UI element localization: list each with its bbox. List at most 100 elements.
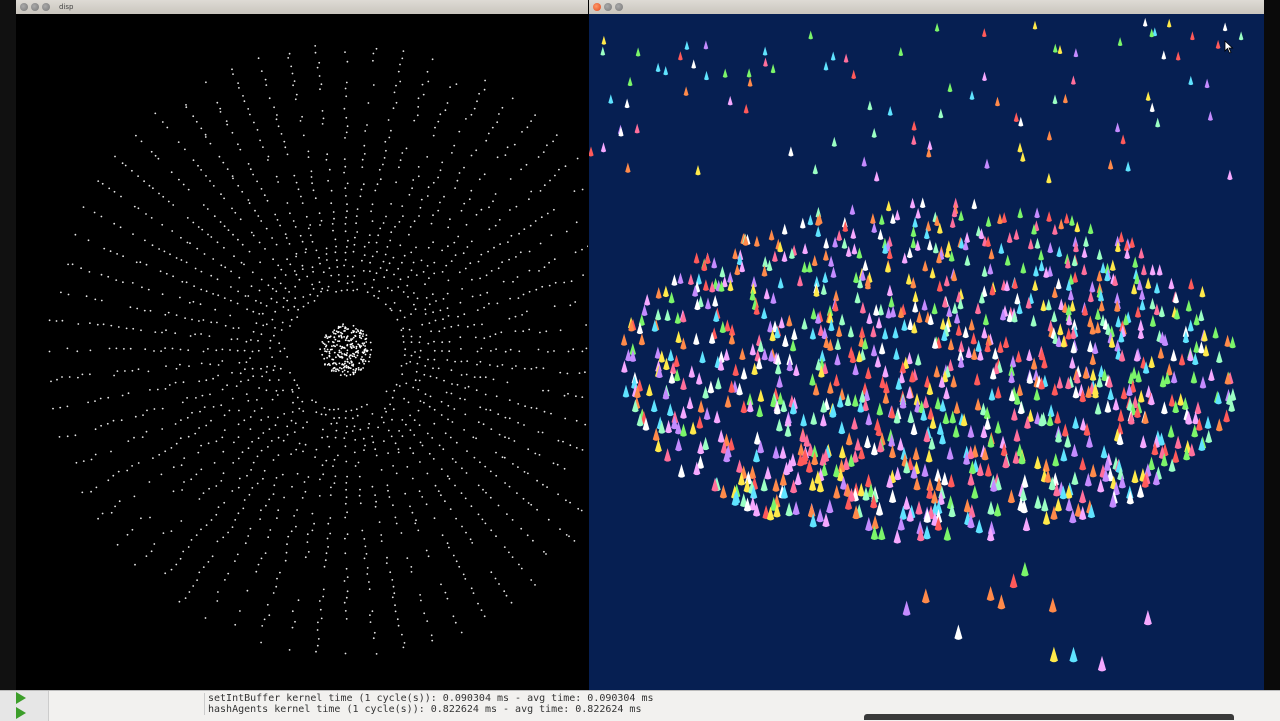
particle xyxy=(377,234,380,237)
particle xyxy=(456,383,459,386)
particle xyxy=(170,568,173,571)
particle xyxy=(132,327,135,330)
agents-3d-window[interactable] xyxy=(589,0,1264,690)
particle xyxy=(439,169,442,172)
particle xyxy=(370,349,373,351)
particle xyxy=(564,165,567,168)
taskbar-item[interactable] xyxy=(864,714,1234,720)
particle xyxy=(363,351,366,353)
particle xyxy=(537,431,540,433)
particle xyxy=(346,590,349,593)
agent-cone xyxy=(621,360,628,373)
particle xyxy=(162,532,165,534)
particle xyxy=(459,397,461,400)
particle xyxy=(136,307,139,310)
particle xyxy=(345,410,347,413)
agent-cone xyxy=(810,307,817,320)
particle xyxy=(76,350,79,353)
agents-canvas[interactable] xyxy=(589,14,1264,690)
particle xyxy=(318,212,321,215)
particle xyxy=(369,621,372,623)
particle xyxy=(110,450,112,453)
close-icon[interactable] xyxy=(20,3,28,11)
particle xyxy=(385,562,388,564)
agent-cone xyxy=(1034,237,1041,249)
minimize-icon[interactable] xyxy=(604,3,612,11)
particle xyxy=(440,494,442,497)
particle xyxy=(399,63,401,66)
window-titlebar[interactable] xyxy=(589,0,1264,14)
particle xyxy=(449,218,451,221)
particle xyxy=(487,132,490,135)
agent-cone xyxy=(997,340,1004,353)
particle xyxy=(473,456,476,459)
particle xyxy=(366,567,369,569)
particle xyxy=(523,424,525,426)
particle xyxy=(335,429,338,432)
close-icon[interactable] xyxy=(593,3,601,11)
agent-cone xyxy=(1175,51,1181,61)
particle xyxy=(162,195,165,198)
maximize-icon[interactable] xyxy=(615,3,623,11)
particle xyxy=(97,180,100,183)
minimize-icon[interactable] xyxy=(31,3,39,11)
particle xyxy=(251,440,254,443)
agent-cone xyxy=(894,209,901,221)
particle xyxy=(417,529,420,532)
agent-cone xyxy=(1013,112,1019,123)
particle xyxy=(395,84,397,87)
particle xyxy=(330,422,333,425)
particle xyxy=(397,451,400,454)
agent-cone xyxy=(1125,161,1131,172)
maximize-icon[interactable] xyxy=(42,3,50,11)
particle xyxy=(290,318,293,321)
particle xyxy=(256,482,259,485)
agent-cone xyxy=(873,303,880,316)
particle xyxy=(416,297,419,300)
particle xyxy=(328,355,331,358)
particle xyxy=(548,261,550,264)
agent-cone xyxy=(931,302,938,315)
particle xyxy=(273,106,275,109)
particle xyxy=(287,535,290,538)
particle xyxy=(185,261,188,264)
agent-cone xyxy=(764,465,772,480)
particle xyxy=(424,313,427,315)
particle xyxy=(441,161,444,164)
particle xyxy=(180,419,182,421)
window-titlebar[interactable]: disp xyxy=(16,0,588,14)
agent-cone xyxy=(1009,355,1017,368)
particle xyxy=(276,416,279,419)
particle xyxy=(263,618,266,621)
particle xyxy=(345,567,348,570)
particle xyxy=(489,496,492,499)
particle xyxy=(223,197,226,200)
particle xyxy=(565,534,568,536)
particle xyxy=(321,341,324,343)
particle xyxy=(268,614,271,617)
particle xyxy=(316,644,319,647)
agent-cone xyxy=(668,291,675,304)
particle xyxy=(397,624,400,627)
particle-display-window[interactable]: disp xyxy=(16,0,588,690)
particle xyxy=(110,511,113,514)
particle xyxy=(182,550,185,553)
particle-canvas[interactable] xyxy=(16,14,588,690)
particle xyxy=(543,410,546,413)
run-icon[interactable] xyxy=(16,707,26,719)
particle xyxy=(346,349,349,352)
particle xyxy=(426,432,429,435)
particle xyxy=(324,350,326,353)
particle xyxy=(563,281,566,284)
particle xyxy=(170,447,173,449)
particle xyxy=(437,209,440,212)
particle xyxy=(318,281,321,283)
agent-cone xyxy=(650,399,658,413)
particle xyxy=(472,592,475,594)
particle xyxy=(297,188,300,191)
particle xyxy=(213,462,216,464)
particle xyxy=(206,208,209,210)
particle xyxy=(168,384,171,386)
run-icon[interactable] xyxy=(16,692,26,704)
particle xyxy=(341,325,344,327)
